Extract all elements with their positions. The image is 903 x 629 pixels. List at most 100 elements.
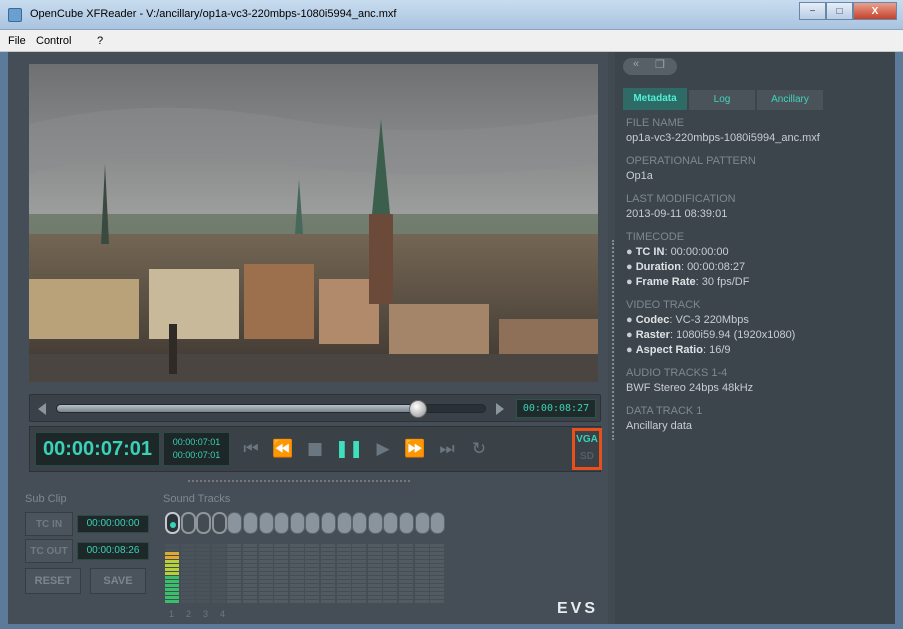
- active-dot-icon: [170, 522, 176, 528]
- collapse-icon[interactable]: «: [633, 58, 639, 70]
- meter-segment: [430, 580, 445, 583]
- menu-file[interactable]: File: [8, 35, 26, 47]
- meter-segment: [243, 560, 257, 563]
- skip-start-icon[interactable]: ⏮: [236, 435, 266, 463]
- resize-handle[interactable]: [188, 480, 410, 482]
- meter-segment: [336, 584, 351, 587]
- sound-track-toggle[interactable]: [180, 512, 196, 534]
- panel-splitter[interactable]: [612, 240, 614, 440]
- video-mode-toggle[interactable]: VGA SD: [572, 428, 602, 470]
- meter-segment: [196, 568, 211, 571]
- meter-segment: [414, 564, 429, 567]
- rewind-icon[interactable]: ⏪: [268, 435, 298, 463]
- tc-in-button[interactable]: TC IN: [25, 512, 73, 536]
- sound-track-toggle[interactable]: [227, 512, 243, 534]
- scrub-handle[interactable]: [409, 400, 428, 418]
- loop-icon[interactable]: ↻: [464, 435, 494, 463]
- meta-key: Duration: [635, 261, 681, 273]
- meta-heading: AUDIO TRACKS 1-4: [626, 367, 728, 379]
- meter-segment: [305, 580, 320, 583]
- scrub-forward-icon[interactable]: [496, 403, 504, 415]
- sound-track-toggle[interactable]: [352, 512, 368, 534]
- meta-bullet: ● TC IN: 00:00:00:00: [626, 246, 729, 258]
- meter-segment: [383, 568, 398, 571]
- meter-segment: [289, 556, 304, 559]
- sound-track-toggle[interactable]: [258, 512, 274, 534]
- meter-segment: [289, 548, 304, 551]
- play-icon[interactable]: ▶: [368, 435, 398, 463]
- meter-segment: [399, 560, 413, 563]
- audio-meter: [367, 544, 382, 606]
- sound-tracks-label: Sound Tracks: [163, 493, 231, 505]
- meter-segment: [258, 548, 273, 551]
- meta-heading: VIDEO TRACK: [626, 299, 701, 311]
- sd-option[interactable]: SD: [575, 451, 599, 462]
- stop-icon[interactable]: ■: [300, 435, 330, 463]
- meter-segment: [289, 564, 304, 567]
- sound-track-toggle[interactable]: [383, 512, 399, 534]
- close-button[interactable]: X: [853, 2, 897, 20]
- meter-segment: [258, 588, 273, 591]
- meter-segment: [289, 580, 304, 583]
- meter-segment: [399, 556, 413, 559]
- sound-track-toggle[interactable]: [211, 512, 227, 534]
- menu-help[interactable]: ?: [97, 35, 103, 47]
- sound-track-toggle[interactable]: [430, 512, 446, 534]
- reset-button[interactable]: RESET: [25, 568, 81, 594]
- sound-track-toggle[interactable]: [165, 512, 180, 534]
- meter-segment: [289, 588, 304, 591]
- tab-ancillary[interactable]: Ancillary: [757, 90, 823, 110]
- pause-icon[interactable]: ❚❚: [334, 435, 364, 463]
- meter-segment: [180, 588, 195, 591]
- window-icon[interactable]: ❐: [655, 58, 665, 71]
- tc-in-field[interactable]: 00:00:00:00: [77, 515, 149, 533]
- meter-segment: [258, 584, 273, 587]
- meter-segment: [352, 580, 367, 583]
- audio-meter: [258, 544, 273, 606]
- sound-track-toggle[interactable]: [321, 512, 336, 534]
- sound-track-toggle[interactable]: [399, 512, 414, 534]
- meter-segment: [336, 560, 351, 563]
- meta-op: OPERATIONAL PATTERN Op1a: [626, 154, 886, 184]
- sound-track-toggle[interactable]: [336, 512, 352, 534]
- sound-track-toggle[interactable]: [305, 512, 321, 534]
- meter-segment: [227, 556, 242, 559]
- meter-segment: [289, 544, 304, 547]
- vga-option[interactable]: VGA: [575, 434, 599, 445]
- scrub-track[interactable]: [56, 400, 486, 418]
- scrub-bar: 00:00:08:27: [29, 394, 601, 422]
- skip-end-icon[interactable]: ⏭: [432, 435, 462, 463]
- current-timecode: 00:00:07:01: [35, 432, 160, 466]
- meter-segment: [258, 552, 273, 555]
- meter-segment: [258, 580, 273, 583]
- meter-segment: [352, 556, 367, 559]
- meter-segment: [399, 588, 413, 591]
- scrub-back-icon[interactable]: [38, 403, 46, 415]
- sound-track-toggle[interactable]: [274, 512, 290, 534]
- tab-log[interactable]: Log: [689, 90, 755, 110]
- sound-track-toggle[interactable]: [243, 512, 258, 534]
- tc-out-button[interactable]: TC OUT: [25, 539, 73, 563]
- meter-segment: [414, 572, 429, 575]
- fast-forward-icon[interactable]: ⏩: [400, 435, 430, 463]
- sound-track-toggle[interactable]: [196, 512, 212, 534]
- meter-segment: [243, 572, 257, 575]
- sound-track-toggle[interactable]: [367, 512, 383, 534]
- minimize-button[interactable]: −: [799, 2, 826, 20]
- meter-segment: [336, 576, 351, 579]
- tc-out-field[interactable]: 00:00:08:26: [77, 542, 149, 560]
- save-button[interactable]: SAVE: [90, 568, 146, 594]
- meter-segment: [211, 564, 226, 567]
- tab-metadata[interactable]: Metadata: [623, 88, 687, 110]
- meter-segment: [289, 584, 304, 587]
- meter-segment: [321, 572, 335, 575]
- meter-segment: [430, 572, 445, 575]
- sound-track-toggle[interactable]: [414, 512, 430, 534]
- meter-segment: [430, 548, 445, 551]
- subclip-label: Sub Clip: [25, 493, 67, 505]
- maximize-button[interactable]: □: [826, 2, 853, 20]
- menu-control[interactable]: Control: [36, 35, 71, 47]
- sound-track-toggle[interactable]: [289, 512, 305, 534]
- meter-segment: [367, 576, 382, 579]
- meter-segment: [243, 556, 257, 559]
